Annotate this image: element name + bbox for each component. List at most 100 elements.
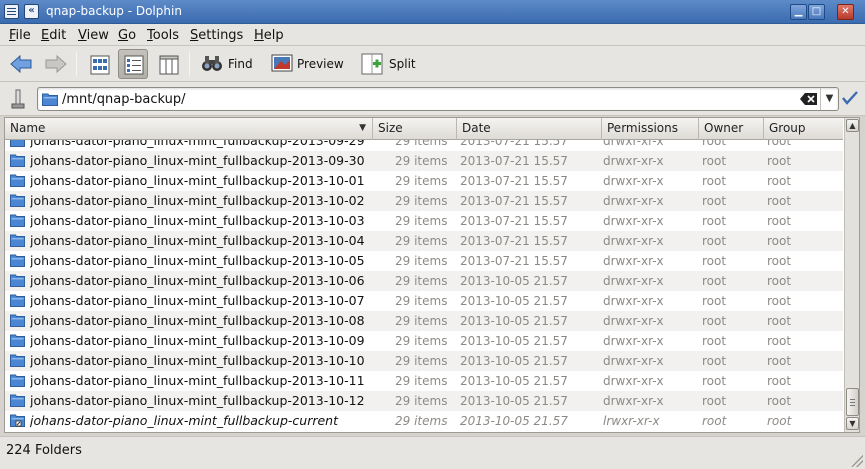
file-row[interactable]: johans-dator-piano_linux-mint_fullbackup… bbox=[5, 231, 843, 251]
folder-icon bbox=[10, 154, 25, 167]
column-size-header[interactable]: Size bbox=[373, 118, 457, 140]
file-name: johans-dator-piano_linux-mint_fullbackup… bbox=[30, 193, 365, 208]
file-row[interactable]: johans-dator-piano_linux-mint_fullbackup… bbox=[5, 271, 843, 291]
back-button[interactable] bbox=[8, 49, 34, 79]
column-name-header[interactable]: Name ▼ bbox=[5, 118, 373, 140]
column-owner-header[interactable]: Owner bbox=[699, 118, 764, 140]
column-group-header[interactable]: Group bbox=[764, 118, 843, 140]
file-group: root bbox=[767, 254, 792, 268]
columns-view-icon bbox=[159, 55, 179, 75]
file-date: 2013-10-05 21.57 bbox=[460, 334, 568, 348]
clear-location-icon[interactable] bbox=[800, 92, 818, 106]
file-group: root bbox=[767, 414, 792, 428]
file-group: root bbox=[767, 214, 792, 228]
scroll-down-button[interactable]: ▼ bbox=[846, 417, 859, 430]
scrollbar-thumb[interactable] bbox=[846, 388, 859, 416]
column-date-header[interactable]: Date bbox=[457, 118, 602, 140]
status-bar: 224 Folders bbox=[0, 436, 865, 469]
go-checkmark-icon[interactable] bbox=[842, 90, 858, 106]
file-name: johans-dator-piano_linux-mint_fullbackup… bbox=[30, 293, 365, 308]
menu-help[interactable]: Help bbox=[254, 28, 284, 43]
forward-arrow-icon bbox=[45, 54, 67, 74]
forward-button[interactable] bbox=[43, 49, 69, 79]
file-owner: root bbox=[702, 314, 727, 328]
location-bar: /mnt/qnap-backup/ ▼ bbox=[0, 82, 865, 116]
column-permissions-header[interactable]: Permissions bbox=[602, 118, 699, 140]
menu-settings[interactable]: Settings bbox=[190, 28, 243, 43]
details-view-button[interactable] bbox=[118, 49, 148, 79]
file-row[interactable]: johans-dator-piano_linux-mint_fullbackup… bbox=[5, 211, 843, 231]
toolbar-separator bbox=[76, 52, 77, 76]
location-history-dropdown[interactable]: ▼ bbox=[820, 88, 838, 110]
minimize-button[interactable]: ▁ bbox=[790, 4, 807, 20]
folder-icon bbox=[10, 194, 25, 207]
file-name: johans-dator-piano_linux-mint_fullbackup… bbox=[30, 173, 365, 188]
file-name: johans-dator-piano_linux-mint_fullbackup… bbox=[30, 313, 365, 328]
icons-view-button[interactable] bbox=[84, 49, 114, 79]
preview-label: Preview bbox=[297, 57, 344, 71]
window-menu-icon[interactable]: « bbox=[24, 4, 39, 19]
file-owner: root bbox=[702, 274, 727, 288]
file-group: root bbox=[767, 334, 792, 348]
split-button[interactable]: Split bbox=[358, 49, 420, 79]
main-toolbar: Find Preview Split bbox=[0, 46, 865, 82]
file-row[interactable]: johans-dator-piano_linux-mint_fullbackup… bbox=[5, 371, 843, 391]
file-owner: root bbox=[702, 234, 727, 248]
file-row[interactable]: johans-dator-piano_linux-mint_fullbackup… bbox=[5, 311, 843, 331]
file-row[interactable]: johans-dator-piano_linux-mint_fullbackup… bbox=[5, 391, 843, 411]
file-name: johans-dator-piano_linux-mint_fullbackup… bbox=[30, 233, 365, 248]
file-row[interactable]: johans-dator-piano_linux-mint_fullbackup… bbox=[5, 331, 843, 351]
folder-icon bbox=[10, 394, 25, 407]
file-row[interactable]: johans-dator-piano_linux-mint_fullbackup… bbox=[5, 191, 843, 211]
file-row[interactable]: johans-dator-piano_linux-mint_fullbackup… bbox=[5, 291, 843, 311]
file-size: 29 items bbox=[395, 234, 448, 248]
dolphin-app-icon[interactable] bbox=[4, 4, 19, 19]
vertical-scrollbar[interactable]: ▲ ▼ bbox=[844, 118, 859, 432]
preview-button[interactable]: Preview bbox=[268, 49, 346, 79]
file-permissions: drwxr-xr-x bbox=[603, 140, 664, 148]
chevron-down-icon: ▼ bbox=[825, 93, 834, 104]
file-row[interactable]: johans-dator-piano_linux-mint_fullbackup… bbox=[5, 151, 843, 171]
file-owner: root bbox=[702, 394, 727, 408]
column-header: Name ▼ Size Date Permissions Owner Group bbox=[5, 118, 843, 140]
find-button[interactable]: Find bbox=[198, 49, 254, 79]
file-name: johans-dator-piano_linux-mint_fullbackup… bbox=[30, 373, 365, 388]
file-name: johans-dator-piano_linux-mint_fullbackup… bbox=[30, 413, 338, 428]
menu-edit[interactable]: Edit bbox=[41, 28, 66, 43]
file-rows-inner: johans-dator-piano_linux-mint_fullbackup… bbox=[5, 140, 843, 431]
file-size: 29 items bbox=[395, 294, 448, 308]
file-owner: root bbox=[702, 374, 727, 388]
file-row[interactable]: johans-dator-piano_linux-mint_fullbackup… bbox=[5, 171, 843, 191]
file-date: 2013-10-05 21.57 bbox=[460, 294, 568, 308]
file-row[interactable]: johans-dator-piano_linux-mint_fullbackup… bbox=[5, 251, 843, 271]
resize-grip-icon[interactable] bbox=[851, 455, 863, 467]
scroll-up-button[interactable]: ▲ bbox=[846, 119, 859, 132]
file-size: 29 items bbox=[395, 414, 448, 428]
file-owner: root bbox=[702, 414, 727, 428]
maximize-button[interactable]: □ bbox=[808, 4, 825, 20]
title-bar[interactable]: « qnap-backup - Dolphin ▁ □ ✕ bbox=[0, 0, 865, 24]
menu-file[interactable]: File bbox=[9, 28, 31, 43]
columns-view-button[interactable] bbox=[153, 49, 183, 79]
editable-location-toggle-icon[interactable] bbox=[10, 88, 26, 110]
file-date: 2013-07-21 15.57 bbox=[460, 234, 568, 248]
menu-tools[interactable]: Tools bbox=[147, 28, 179, 43]
file-size: 29 items bbox=[395, 314, 448, 328]
file-size: 29 items bbox=[395, 374, 448, 388]
preview-icon bbox=[271, 54, 293, 72]
file-row[interactable]: johans-dator-piano_linux-mint_fullbackup… bbox=[5, 140, 843, 151]
split-label: Split bbox=[389, 57, 416, 71]
menu-go[interactable]: Go bbox=[118, 28, 136, 43]
file-row[interactable]: johans-dator-piano_linux-mint_fullbackup… bbox=[5, 411, 843, 431]
file-permissions: drwxr-xr-x bbox=[603, 194, 664, 208]
location-input[interactable]: /mnt/qnap-backup/ ▼ bbox=[37, 87, 839, 111]
file-group: root bbox=[767, 354, 792, 368]
file-list-view[interactable]: Name ▼ Size Date Permissions Owner Group… bbox=[4, 117, 860, 433]
file-permissions: drwxr-xr-x bbox=[603, 374, 664, 388]
menu-view[interactable]: View bbox=[78, 28, 109, 43]
file-group: root bbox=[767, 394, 792, 408]
folder-icon bbox=[10, 234, 25, 247]
location-path: /mnt/qnap-backup/ bbox=[62, 92, 186, 107]
close-button[interactable]: ✕ bbox=[837, 4, 854, 20]
file-row[interactable]: johans-dator-piano_linux-mint_fullbackup… bbox=[5, 351, 843, 371]
